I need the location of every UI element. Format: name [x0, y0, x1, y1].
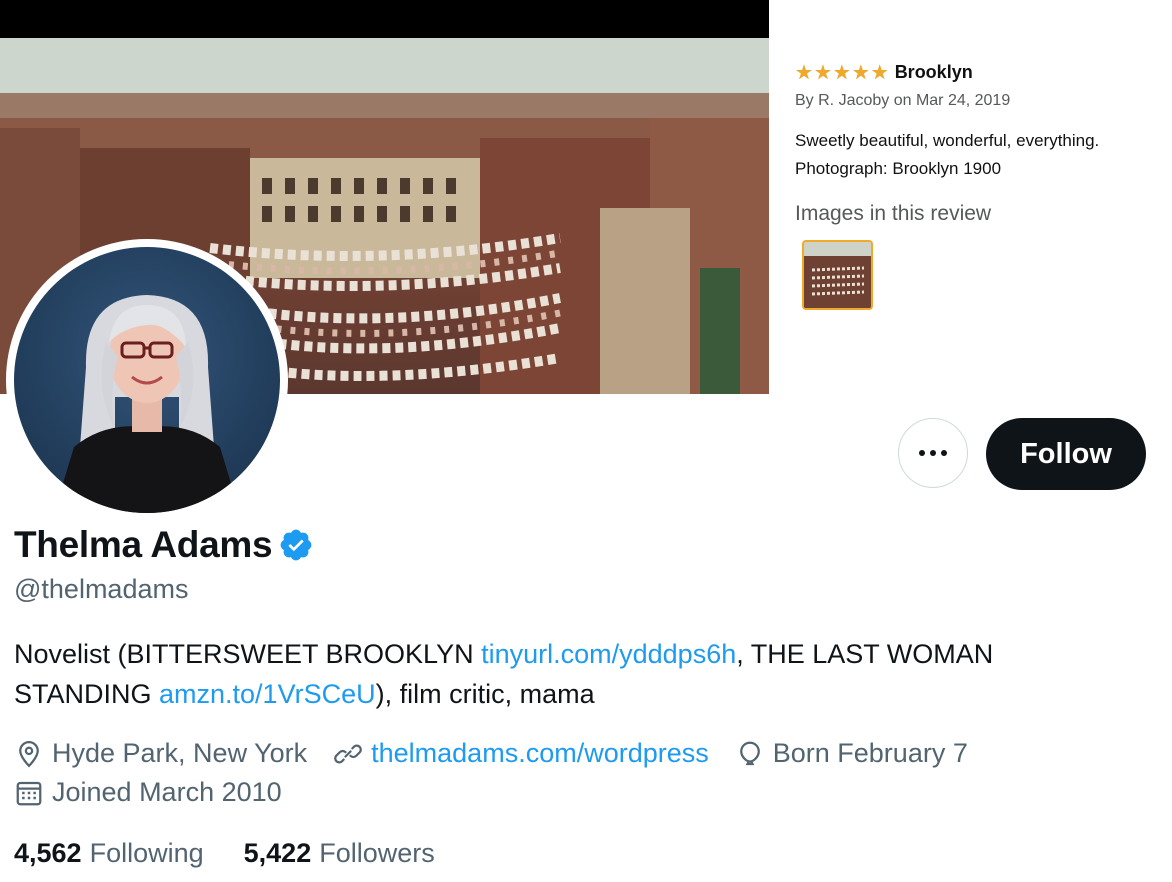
user-handle: @thelmadams — [14, 574, 189, 604]
avatar-portrait — [54, 295, 240, 513]
joined-item: Joined March 2010 — [14, 777, 282, 808]
birthday-text: Born February 7 — [772, 738, 968, 768]
profile-avatar[interactable] — [6, 239, 288, 521]
review-images-label: Images in this review — [795, 202, 992, 225]
profile-name-row: Thelma Adams — [14, 524, 314, 566]
following-count: 4,562 — [14, 838, 82, 868]
profile-meta-row: Hyde Park, New York thelmadams.com/wordp… — [14, 738, 994, 769]
followers-label: Followers — [319, 838, 435, 868]
verified-badge-icon[interactable] — [278, 527, 314, 563]
more-options-button[interactable] — [898, 418, 968, 488]
website-item[interactable]: thelmadams.com/wordpress — [333, 738, 709, 769]
location-text: Hyde Park, New York — [52, 738, 308, 768]
followers-count: 5,422 — [243, 838, 312, 868]
review-body-line: Sweetly beautiful, wonderful, everything… — [795, 131, 1100, 150]
location-pin-icon — [19, 740, 39, 767]
star-icon: ★ — [795, 61, 813, 84]
bio-text: ), film critic, mama — [375, 679, 595, 709]
avatar-photo — [14, 247, 280, 513]
review-title: Brooklyn — [894, 62, 973, 82]
location-item: Hyde Park, New York — [14, 738, 307, 769]
rating-stars: ★ ★ ★ ★ ★ — [795, 63, 889, 83]
review-body: Sweetly beautiful, wonderful, everything… — [795, 127, 1165, 183]
balloon-icon — [739, 741, 760, 765]
website-link[interactable]: thelmadams.com/wordpress — [371, 738, 709, 769]
review-image-thumbnail — [802, 240, 873, 310]
profile-meta-row: Joined March 2010 — [14, 777, 308, 808]
bio-text: Novelist (BITTERSWEET BROOKLYN — [14, 639, 482, 669]
ellipsis-icon — [919, 450, 947, 456]
banner-black-strip — [0, 0, 769, 38]
calendar-icon — [16, 781, 42, 805]
followers-link[interactable]: 5,422 Followers — [244, 838, 435, 869]
link-icon — [334, 744, 362, 763]
follow-stats: 4,562 Following 5,422 Followers — [14, 838, 475, 869]
display-name: Thelma Adams — [14, 524, 273, 565]
bio-link-amzn[interactable]: amzn.to/1VrSCeU — [159, 679, 376, 709]
star-icon: ★ — [832, 61, 851, 84]
review-header: ★ ★ ★ ★ ★ Brooklyn — [795, 62, 973, 83]
review-body-line: Photograph: Brooklyn 1900 — [795, 159, 1002, 178]
star-icon: ★ — [870, 61, 889, 84]
profile-bio: Novelist (BITTERSWEET BROOKLYN tinyurl.c… — [14, 634, 1134, 714]
joined-text: Joined March 2010 — [52, 777, 282, 807]
review-byline: By R. Jacoby on Mar 24, 2019 — [795, 92, 1011, 109]
following-link[interactable]: 4,562 Following — [14, 838, 204, 869]
star-icon: ★ — [813, 61, 832, 84]
thumbnail-illustration — [804, 242, 871, 308]
follow-button[interactable]: Follow — [986, 418, 1146, 490]
birthday-item: Born February 7 — [735, 738, 968, 769]
bio-link-tinyurl[interactable]: tinyurl.com/ydddps6h — [481, 639, 736, 669]
star-icon: ★ — [851, 61, 870, 84]
review-panel: ★ ★ ★ ★ ★ Brooklyn By R. Jacoby on Mar 2… — [769, 0, 1172, 395]
following-label: Following — [89, 838, 204, 868]
